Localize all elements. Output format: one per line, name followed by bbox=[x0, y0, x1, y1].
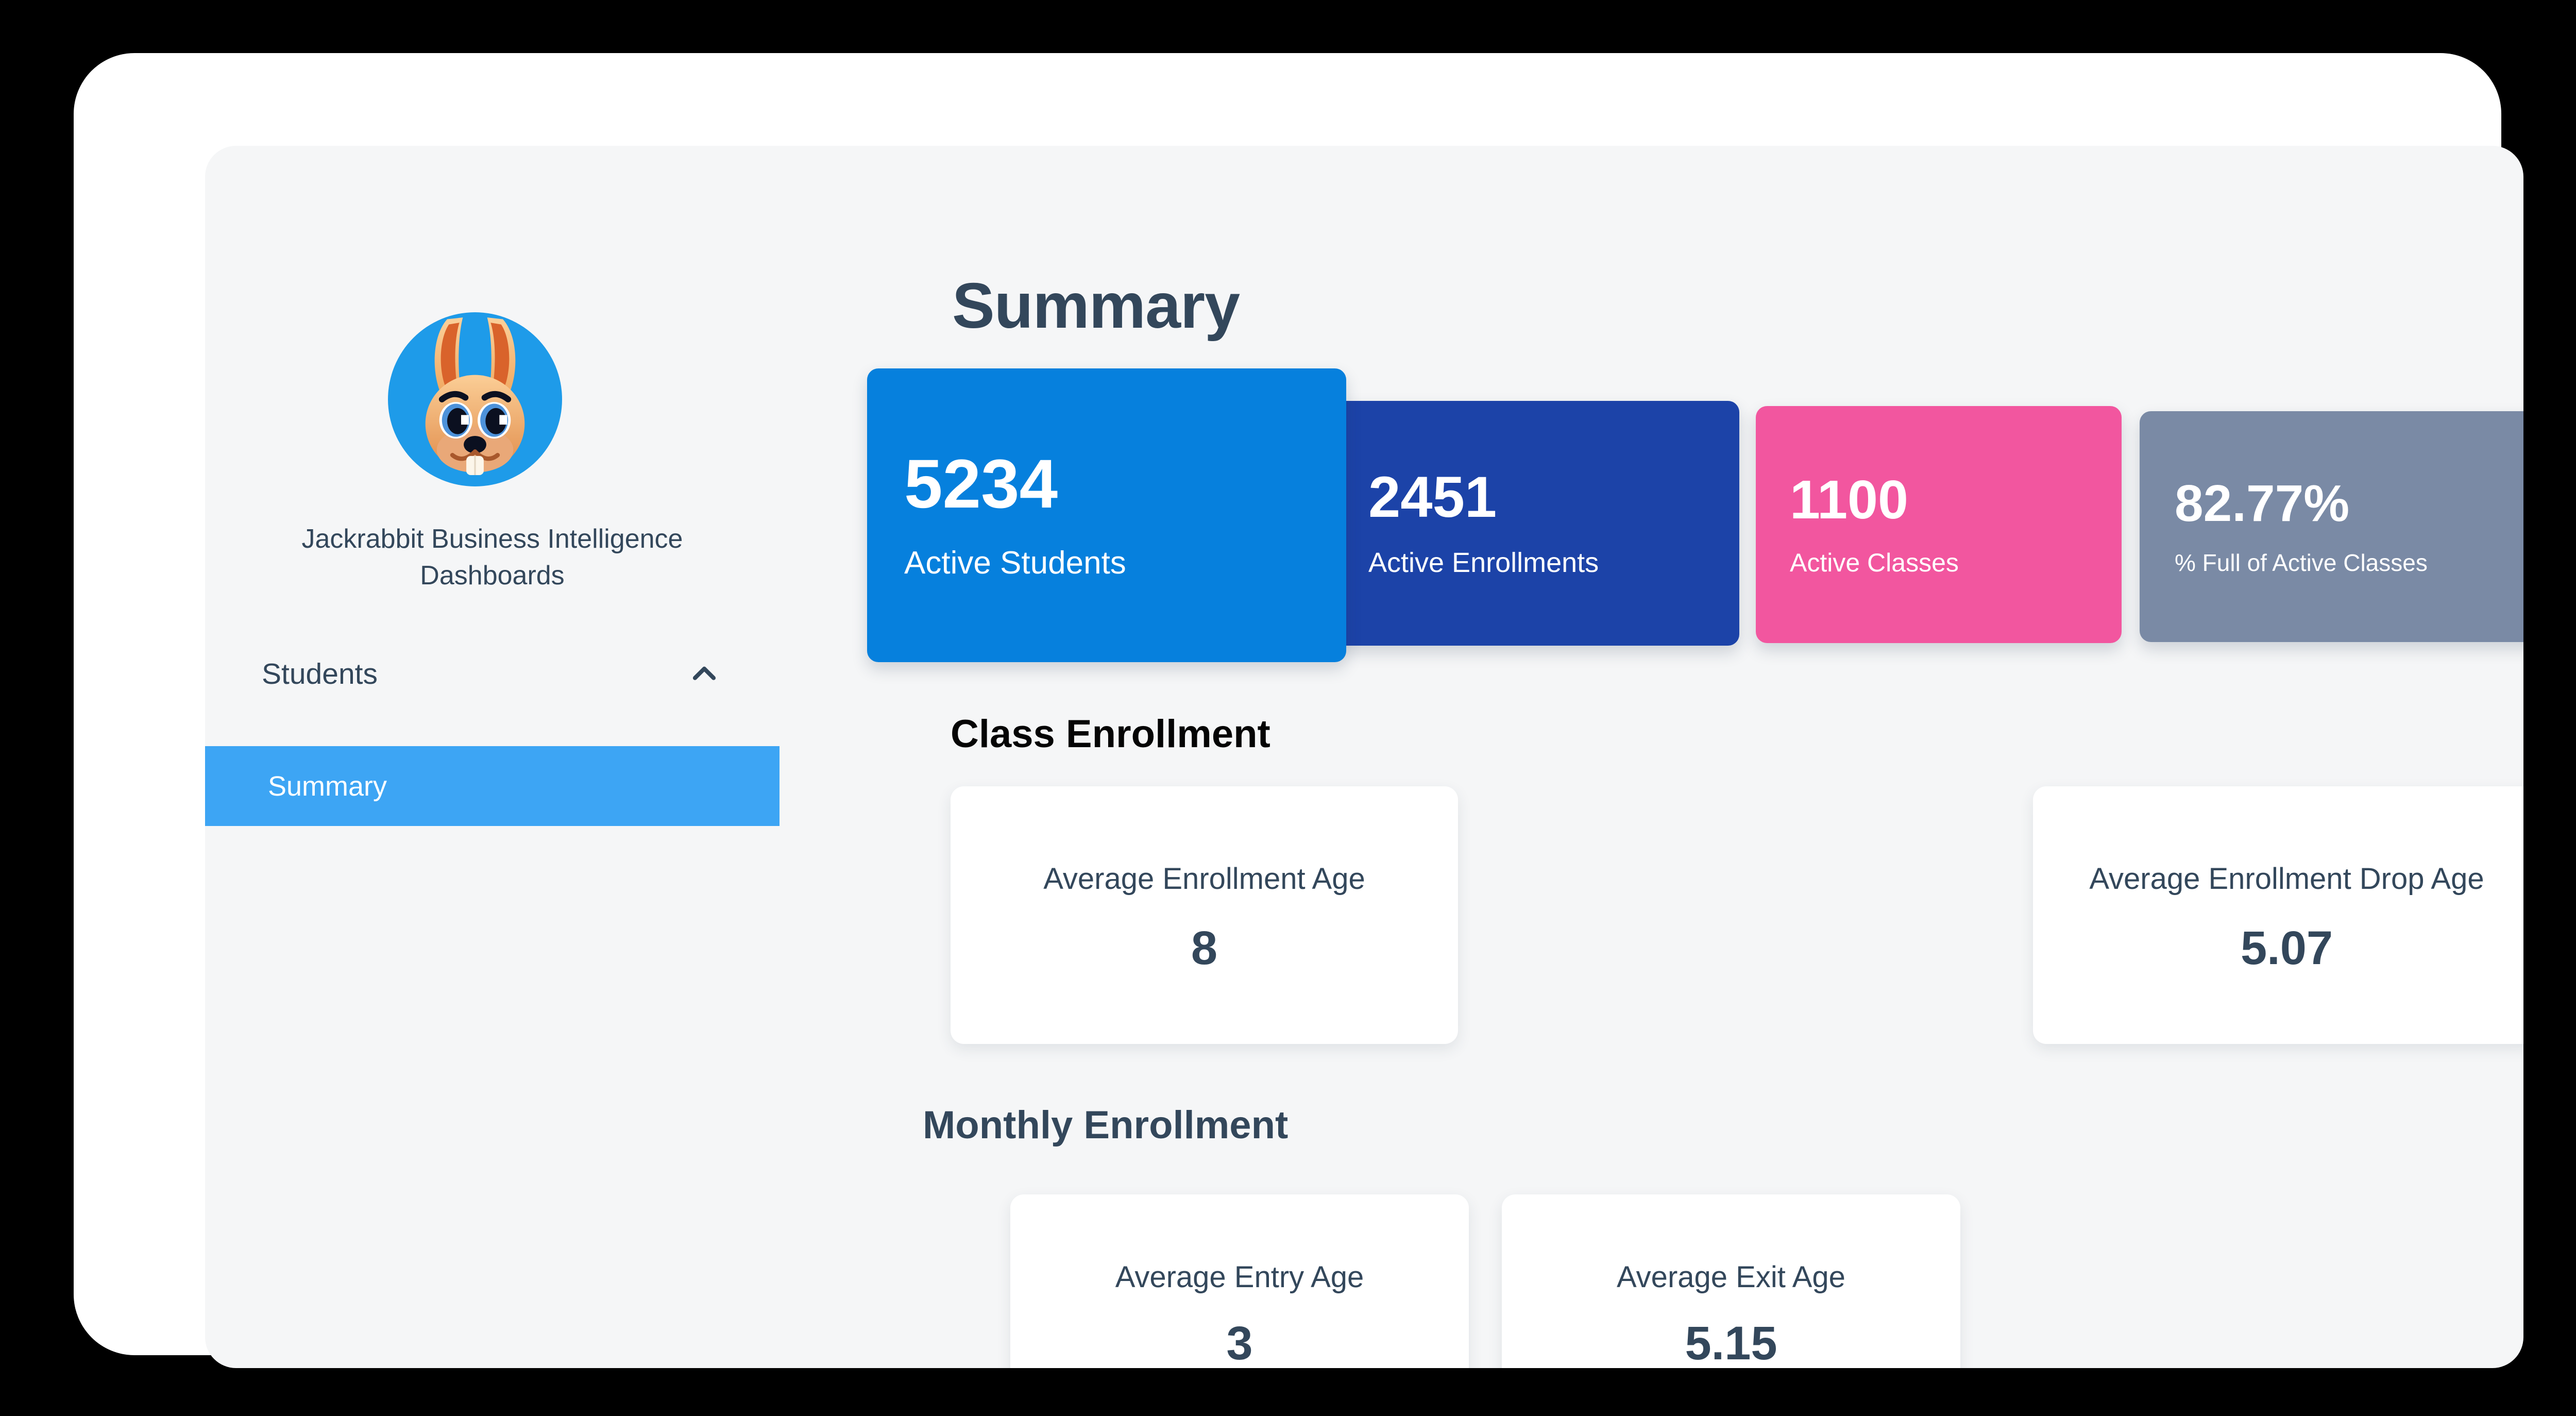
metric-value: 5.07 bbox=[2240, 921, 2333, 974]
metric-label: Average Exit Age bbox=[1617, 1260, 1845, 1294]
metric-label: Average Enrollment Drop Age bbox=[2089, 862, 2484, 896]
brand-title: Jackrabbit Business Intelligence Dashboa… bbox=[301, 524, 683, 591]
sidebar-group-students[interactable]: Students bbox=[205, 640, 779, 707]
kpi-card-active-classes[interactable]: 1100 Active Classes bbox=[1756, 406, 2122, 643]
page-title: Summary bbox=[952, 271, 1240, 342]
metric-card-average-entry-age[interactable]: Average Entry Age 3 bbox=[1010, 1194, 1469, 1368]
section-heading-class-enrollment: Class Enrollment bbox=[951, 712, 1270, 756]
metric-card-average-enrollment-drop-age[interactable]: Average Enrollment Drop Age 5.07 bbox=[2033, 786, 2523, 1044]
kpi-label: Active Students bbox=[904, 545, 1126, 581]
jackrabbit-mascot-icon bbox=[388, 312, 562, 486]
main-content: Summary 5234 Active Students 2451 Active… bbox=[779, 146, 2523, 1368]
sidebar-item-summary[interactable]: Summary bbox=[205, 746, 779, 826]
kpi-card-active-students[interactable]: 5234 Active Students bbox=[867, 368, 1346, 662]
kpi-value: 82.77% bbox=[2175, 474, 2350, 532]
kpi-value: 2451 bbox=[1368, 464, 1497, 529]
kpi-value: 5234 bbox=[904, 445, 1058, 522]
metric-card-average-exit-age[interactable]: Average Exit Age 5.15 bbox=[1502, 1194, 1960, 1368]
metric-label: Average Enrollment Age bbox=[1043, 862, 1365, 896]
kpi-label: Active Classes bbox=[1790, 548, 1959, 577]
chevron-up-icon[interactable] bbox=[688, 658, 720, 690]
device-frame: Jackrabbit Business Intelligence Dashboa… bbox=[74, 53, 2523, 1368]
section-heading-monthly-enrollment: Monthly Enrollment bbox=[923, 1103, 1289, 1147]
metric-label: Average Entry Age bbox=[1115, 1260, 1364, 1294]
sidebar: Jackrabbit Business Intelligence Dashboa… bbox=[205, 146, 779, 1368]
metric-value: 5.15 bbox=[1685, 1317, 1777, 1368]
metric-card-average-enrollment-age[interactable]: Average Enrollment Age 8 bbox=[951, 786, 1458, 1044]
sidebar-item-label: Summary bbox=[268, 770, 387, 802]
metric-value: 3 bbox=[1226, 1317, 1253, 1368]
metric-value: 8 bbox=[1191, 921, 1218, 974]
kpi-label: % Full of Active Classes bbox=[2175, 549, 2428, 576]
sidebar-group-label: Students bbox=[262, 658, 378, 690]
kpi-value: 1100 bbox=[1790, 469, 1908, 530]
kpi-card-percent-full-of-active-classes[interactable]: 82.77% % Full of Active Classes bbox=[2140, 411, 2523, 642]
dashboard-panel: Jackrabbit Business Intelligence Dashboa… bbox=[205, 146, 2523, 1368]
kpi-label: Active Enrollments bbox=[1368, 547, 1599, 578]
kpi-card-active-enrollments[interactable]: 2451 Active Enrollments bbox=[1332, 401, 1739, 646]
